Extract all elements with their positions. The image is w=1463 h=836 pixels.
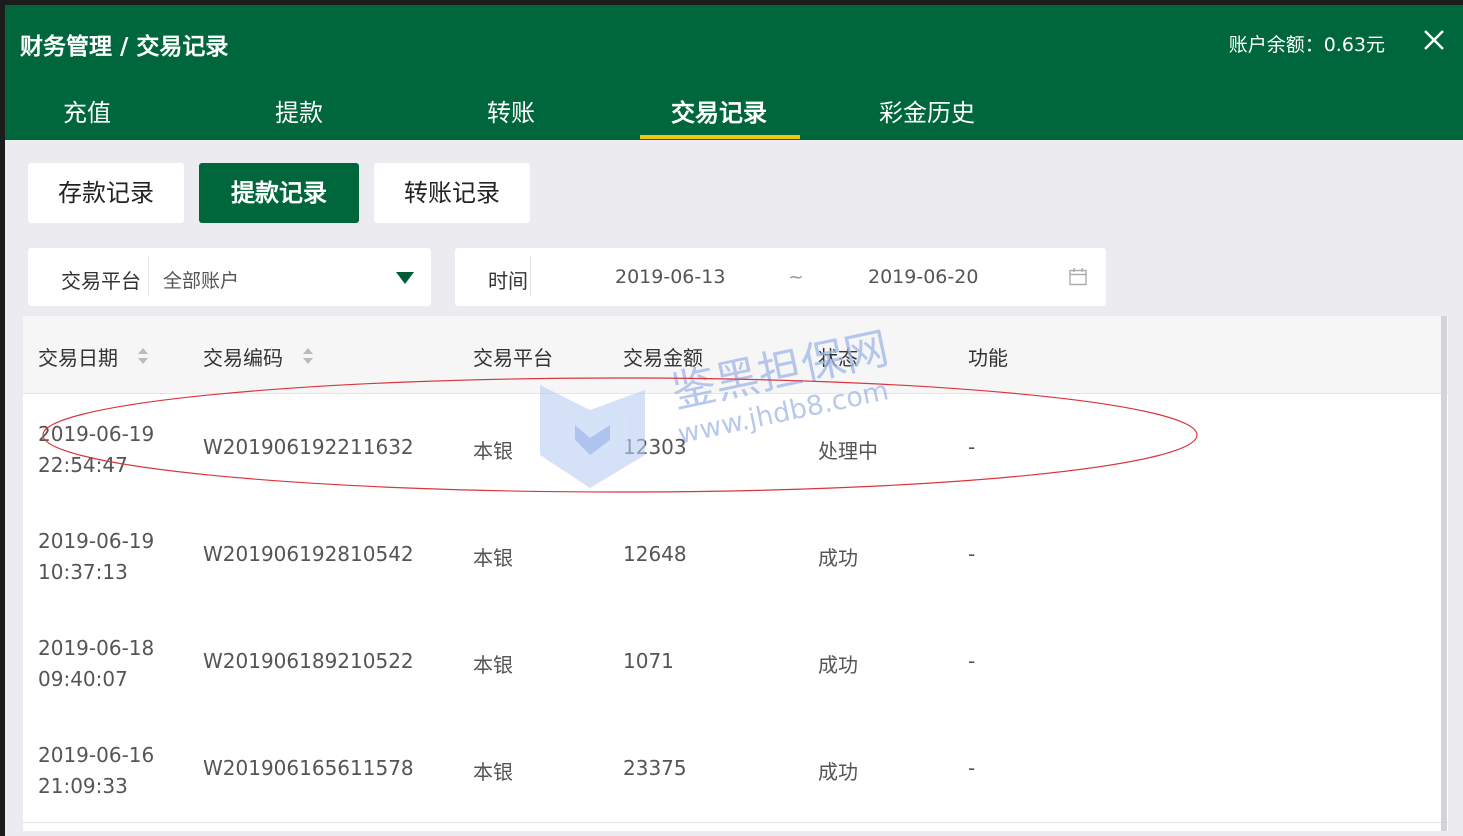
- table-scrollbar[interactable]: [1441, 316, 1447, 831]
- row-amount: 12303: [623, 435, 687, 459]
- table-row: 2019-06-19 10:37:13 W201906192810542 本银 1…: [23, 501, 1448, 609]
- tab-bonus-history[interactable]: 彩金历史: [879, 93, 975, 128]
- dialog-header: 财务管理 / 交易记录 账户余额：0.63元 充值 提款 转账 交易记录 彩金历…: [5, 5, 1463, 140]
- row-datetime: 2019-06-16 21:09:33: [38, 740, 154, 802]
- row-datetime: 2019-06-19 10:37:13: [38, 526, 154, 588]
- row-status: 成功: [818, 760, 858, 784]
- row-date: 2019-06-18: [38, 636, 155, 660]
- chevron-down-icon[interactable]: [396, 272, 414, 284]
- page-title: 财务管理 / 交易记录: [20, 34, 229, 60]
- row-function: -: [968, 435, 976, 459]
- row-status: 成功: [818, 546, 858, 570]
- row-function: -: [968, 649, 976, 673]
- row-platform: 本银: [473, 546, 513, 570]
- platform-filter-label: 交易平台: [61, 269, 141, 293]
- row-time: 10:37:13: [38, 560, 128, 584]
- tab-transfer[interactable]: 转账: [487, 93, 535, 128]
- date-range-separator: ~: [788, 266, 804, 288]
- filter-divider: [148, 256, 149, 296]
- close-icon[interactable]: [1419, 25, 1449, 55]
- row-amount: 1071: [623, 649, 674, 673]
- column-header-platform: 交易平台: [473, 346, 553, 370]
- row-date: 2019-06-19: [38, 529, 155, 553]
- row-time: 09:40:07: [38, 667, 128, 691]
- transaction-table: 交易日期 交易编码 交易平台 交易金额 状态 功能 2019-06-19 22:5…: [23, 316, 1448, 831]
- row-platform: 本银: [473, 760, 513, 784]
- row-code: W201906189210522: [203, 649, 414, 673]
- row-status: 成功: [818, 653, 858, 677]
- row-time: 22:54:47: [38, 453, 128, 477]
- withdraw-records-button[interactable]: 提款记录: [199, 163, 359, 223]
- account-balance: 账户余额：0.63元: [1228, 34, 1385, 56]
- table-header: 交易日期 交易编码 交易平台 交易金额 状态 功能: [23, 316, 1448, 394]
- row-datetime: 2019-06-19 22:54:47: [38, 419, 154, 481]
- table-row: 2019-06-18 09:40:07 W201906189210522 本银 1…: [23, 608, 1448, 716]
- sort-icon[interactable]: [137, 346, 149, 366]
- column-header-date[interactable]: 交易日期: [38, 342, 118, 371]
- platform-filter[interactable]: 交易平台 全部账户: [28, 248, 431, 306]
- row-amount: 23375: [623, 756, 687, 780]
- start-date-input[interactable]: 2019-06-13: [615, 266, 725, 288]
- column-header-amount: 交易金额: [623, 346, 703, 370]
- time-filter-label: 时间: [488, 269, 528, 293]
- row-code: W201906192211632: [203, 435, 414, 459]
- tab-transaction-records[interactable]: 交易记录: [671, 93, 767, 128]
- platform-select-value[interactable]: 全部账户: [163, 266, 239, 293]
- row-amount: 12648: [623, 542, 687, 566]
- end-date-input[interactable]: 2019-06-20: [868, 266, 978, 288]
- tab-withdraw[interactable]: 提款: [275, 93, 323, 128]
- table-row: 2019-06-19 22:54:47 W201906192211632 本银 1…: [23, 394, 1448, 502]
- transfer-records-button[interactable]: 转账记录: [374, 163, 530, 223]
- row-code: W201906165611578: [203, 756, 414, 780]
- row-function: -: [968, 756, 976, 780]
- row-date: 2019-06-16: [38, 743, 155, 767]
- row-function: -: [968, 542, 976, 566]
- row-code: W201906192810542: [203, 542, 414, 566]
- date-range-filter[interactable]: 时间 2019-06-13 ~ 2019-06-20: [455, 248, 1106, 306]
- column-header-status: 状态: [818, 346, 858, 370]
- sort-icon[interactable]: [302, 346, 314, 366]
- row-time: 21:09:33: [38, 774, 128, 798]
- row-platform: 本银: [473, 653, 513, 677]
- row-status: 处理中: [818, 439, 878, 463]
- deposit-records-button[interactable]: 存款记录: [28, 163, 184, 223]
- tab-recharge[interactable]: 充值: [63, 93, 111, 128]
- active-tab-indicator: [640, 135, 800, 139]
- row-date: 2019-06-19: [38, 422, 155, 446]
- row-datetime: 2019-06-18 09:40:07: [38, 633, 154, 695]
- calendar-icon[interactable]: [1068, 267, 1088, 287]
- column-header-code[interactable]: 交易编码: [203, 342, 283, 371]
- filter-divider: [530, 256, 531, 296]
- column-header-function: 功能: [968, 346, 1008, 370]
- table-row: 2019-06-16 21:09:33 W201906165611578 本银 2…: [23, 715, 1448, 823]
- row-platform: 本银: [473, 439, 513, 463]
